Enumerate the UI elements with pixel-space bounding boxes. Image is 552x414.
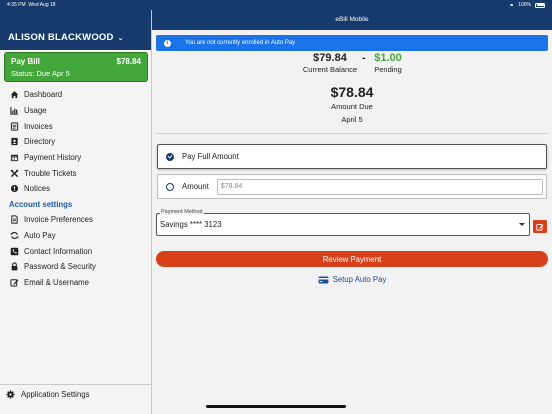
sidebar-item-label: Invoice Preferences xyxy=(24,215,93,225)
credit-card-icon xyxy=(318,275,328,284)
status-date: Wed Aug 18 xyxy=(28,2,56,8)
sidebar-item-label: Email & Username xyxy=(24,277,89,287)
autopay-banner-text: You are not currently enrolled in Auto P… xyxy=(185,40,296,46)
application-settings-label: Application Settings xyxy=(21,390,90,399)
home-indicator[interactable] xyxy=(206,405,346,408)
sidebar-item-dashboard[interactable]: Dashboard xyxy=(0,87,152,103)
pending-amount: $1.00 xyxy=(374,52,402,64)
file-icon xyxy=(9,215,19,225)
amount-due-value: $78.84 xyxy=(330,84,374,100)
edit-icon xyxy=(536,223,544,231)
sidebar-item-usage[interactable]: Usage xyxy=(0,103,152,119)
battery-percent: 100% xyxy=(518,2,531,8)
app-title: eBill Mobile xyxy=(335,16,369,23)
sidebar-item-label: Notices xyxy=(24,184,50,194)
current-balance-amount: $79.84 xyxy=(313,52,347,64)
sidebar-item-label: Password & Security xyxy=(24,262,96,272)
pay-bill-title: Pay Bill xyxy=(11,57,40,66)
sidebar-item-directory[interactable]: Directory xyxy=(0,134,152,150)
review-payment-label: Review Payment xyxy=(322,254,382,264)
amount-due: $78.84 Amount Due April 5 xyxy=(152,84,552,124)
sidebar-item-label: Directory xyxy=(24,137,56,147)
bar-chart-icon xyxy=(9,106,19,116)
sidebar-item-label: Auto Pay xyxy=(24,230,56,240)
sidebar-item-label: Trouble Tickets xyxy=(24,168,77,178)
custom-amount-option[interactable]: Amount $78.84 xyxy=(157,174,547,199)
amount-due-label: Amount Due xyxy=(331,102,373,111)
pending-label: Pending xyxy=(374,65,402,74)
sidebar-item-label: Usage xyxy=(24,106,47,116)
edit-icon xyxy=(9,277,19,287)
pending-balance: $1.00 Pending xyxy=(368,52,408,74)
home-icon xyxy=(9,90,19,100)
status-bar: 4:35 PM Wed Aug 18 ⚭ 100% xyxy=(0,0,552,10)
sidebar-item-auto-pay[interactable]: Auto Pay xyxy=(0,228,152,244)
sidebar-item-trouble-tickets[interactable]: Trouble Tickets xyxy=(0,165,152,181)
radio-unselected-icon[interactable] xyxy=(166,182,174,191)
battery-icon xyxy=(535,2,545,8)
sidebar-item-label: Invoices xyxy=(24,121,53,131)
account-switcher[interactable]: ALISON BLACKWOOD ⌄ xyxy=(0,30,151,45)
chevron-down-icon: ⌄ xyxy=(117,34,124,42)
setup-auto-pay-link[interactable]: Setup Auto Pay xyxy=(152,275,552,284)
custom-amount-label: Amount xyxy=(182,182,209,191)
amount-input[interactable]: $78.84 xyxy=(216,178,543,195)
sidebar-item-contact-information[interactable]: Contact Information xyxy=(0,243,152,259)
phone-icon xyxy=(9,246,19,256)
sidebar-item-label: Dashboard xyxy=(24,90,63,100)
edit-payment-method-button[interactable] xyxy=(533,220,547,233)
payment-method-label: Payment Method xyxy=(160,209,204,215)
tools-icon xyxy=(9,168,19,178)
divider xyxy=(156,133,548,134)
amount-due-date: April 5 xyxy=(341,115,363,124)
address-book-icon xyxy=(9,137,19,147)
pay-bill-card[interactable]: Pay Bill $78.84 Status: Due Apr 5 xyxy=(4,52,148,82)
alert-circle-icon xyxy=(9,184,19,194)
sidebar-item-payment-history[interactable]: Payment History xyxy=(0,150,152,166)
minus-sign: - xyxy=(362,52,366,64)
status-time-date: 4:35 PM Wed Aug 18 xyxy=(7,2,509,8)
current-balance: $79.84 Current Balance xyxy=(300,52,360,74)
document-icon xyxy=(9,121,19,131)
status-time: 4:35 PM xyxy=(7,2,26,8)
pay-bill-amount: $78.84 xyxy=(116,57,141,66)
sidebar-item-password-security[interactable]: Password & Security xyxy=(0,259,152,275)
sidebar-item-email-username[interactable]: Email & Username xyxy=(0,275,152,291)
review-payment-button[interactable]: Review Payment xyxy=(156,251,548,267)
setup-auto-pay-label: Setup Auto Pay xyxy=(332,275,387,284)
calendar-icon xyxy=(9,153,19,163)
account-name: ALISON BLACKWOOD xyxy=(8,32,114,43)
current-balance-label: Current Balance xyxy=(302,65,358,74)
payment-method-select[interactable]: Savings **** 3123 xyxy=(156,213,530,236)
info-icon: i xyxy=(164,39,171,47)
sidebar-item-notices[interactable]: Notices xyxy=(0,181,152,197)
autopay-banner: i You are not currently enrolled in Auto… xyxy=(156,35,548,51)
sidebar-item-label: Contact Information xyxy=(24,246,93,256)
pay-full-amount-label: Pay Full Amount xyxy=(182,152,239,161)
sidebar-nav: Dashboard Usage Invoices Directory Payme… xyxy=(0,87,152,290)
caret-down-icon xyxy=(519,223,525,226)
lock-icon xyxy=(9,262,19,272)
sidebar-item-invoice-preferences[interactable]: Invoice Preferences xyxy=(0,212,152,228)
application-settings[interactable]: Application Settings xyxy=(0,384,152,414)
account-settings-header: Account settings xyxy=(9,199,73,209)
sync-icon xyxy=(9,230,19,240)
sidebar-app-title xyxy=(0,10,151,30)
sidebar-item-invoices[interactable]: Invoices xyxy=(0,118,152,134)
payment-method-value: Savings **** 3123 xyxy=(160,220,222,229)
gear-icon xyxy=(6,390,16,401)
radio-selected-icon[interactable] xyxy=(166,152,174,161)
main-content: eBill Mobile i You are not currently enr… xyxy=(152,0,552,414)
pay-bill-status: Status: Due Apr 5 xyxy=(11,69,70,78)
sidebar-item-label: Payment History xyxy=(24,153,82,163)
sidebar: ALISON BLACKWOOD ⌄ Pay Bill $78.84 Statu… xyxy=(0,0,152,414)
pay-full-amount-option[interactable]: Pay Full Amount xyxy=(157,144,547,169)
wifi-icon: ⚭ xyxy=(509,2,515,9)
